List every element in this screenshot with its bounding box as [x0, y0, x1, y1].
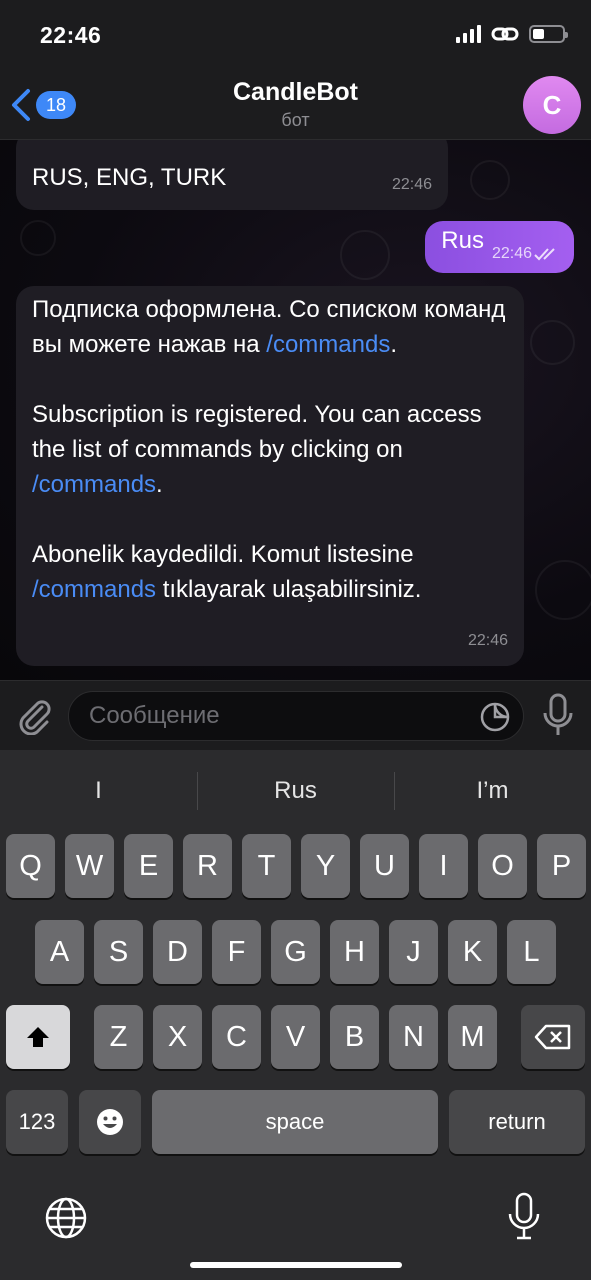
message-time-row: 22:46: [492, 245, 560, 263]
key[interactable]: K: [448, 920, 497, 984]
suggestion-bar: I Rus I’m: [0, 750, 591, 832]
chat-header: 18 CandleBot бот C: [0, 70, 591, 140]
sticker-icon[interactable]: [479, 701, 511, 733]
key[interactable]: I: [419, 834, 468, 898]
key[interactable]: F: [212, 920, 261, 984]
status-bar: 22:46: [0, 0, 591, 70]
message-text: .: [390, 331, 397, 358]
input-bar: [0, 680, 591, 750]
key[interactable]: D: [153, 920, 202, 984]
space-key[interactable]: space: [152, 1090, 438, 1154]
key[interactable]: G: [271, 920, 320, 984]
chat-subtitle: бот: [281, 110, 310, 130]
keyboard: I Rus I’m Q W E R T Y U I O P A S D F G …: [0, 750, 591, 1280]
key[interactable]: Q: [6, 834, 55, 898]
key[interactable]: W: [65, 834, 114, 898]
double-check-icon: [534, 248, 555, 261]
outgoing-message[interactable]: Rus 22:46: [425, 221, 574, 273]
background-doodle: [20, 220, 56, 256]
key[interactable]: B: [330, 1005, 379, 1069]
suggestion-item[interactable]: I: [0, 750, 197, 832]
message-input[interactable]: [69, 692, 469, 740]
message-time: 22:46: [391, 176, 432, 193]
key[interactable]: C: [212, 1005, 261, 1069]
signal-icon: [456, 25, 481, 43]
key[interactable]: N: [389, 1005, 438, 1069]
avatar[interactable]: C: [523, 76, 581, 134]
chat-title[interactable]: CandleBot: [0, 78, 591, 107]
key[interactable]: M: [448, 1005, 497, 1069]
message-text: RUS, ENG, TURK: [32, 164, 227, 191]
key[interactable]: U: [360, 834, 409, 898]
key[interactable]: Z: [94, 1005, 143, 1069]
suggestion-item[interactable]: Rus: [197, 750, 394, 832]
shift-icon: [27, 1027, 49, 1047]
key[interactable]: P: [537, 834, 586, 898]
key[interactable]: X: [153, 1005, 202, 1069]
emoji-key[interactable]: [79, 1090, 141, 1154]
incoming-message[interactable]: RUS, ENG, TURK 22:46: [16, 140, 448, 210]
status-time: 22:46: [40, 22, 102, 48]
link-icon: [491, 27, 519, 41]
numbers-key[interactable]: 123: [6, 1090, 68, 1154]
chat-area[interactable]: RUS, ENG, TURK 22:46 Rus 22:46 Подписка …: [0, 140, 591, 680]
emoji-icon: [97, 1109, 123, 1135]
message-time: 22:46: [467, 632, 508, 649]
globe-icon[interactable]: [44, 1196, 88, 1240]
message-time: 22:46: [491, 245, 532, 262]
message-text: .: [156, 471, 163, 498]
keyboard-bottom-row: [0, 1190, 591, 1250]
key[interactable]: R: [183, 834, 232, 898]
commands-link[interactable]: /commands: [266, 331, 390, 358]
commands-link[interactable]: /commands: [32, 471, 156, 498]
message-paragraph-tr: Abonelik kaydedildi. Komut listesine /co…: [32, 537, 508, 607]
incoming-message[interactable]: Подписка оформлена. Со списком команд вы…: [16, 286, 524, 666]
delete-key[interactable]: [521, 1005, 585, 1069]
message-text: Subscription is registered. You can acce…: [32, 401, 482, 463]
suggestion-item[interactable]: I’m: [394, 750, 591, 832]
message-paragraph-ru: Подписка оформлена. Со списком команд вы…: [32, 292, 508, 362]
key[interactable]: A: [35, 920, 84, 984]
commands-link[interactable]: /commands: [32, 576, 156, 603]
home-indicator[interactable]: [190, 1262, 402, 1268]
key[interactable]: H: [330, 920, 379, 984]
message-text: tıklayarak ulaşabilirsiniz.: [156, 576, 422, 603]
background-doodle: [470, 160, 510, 200]
key[interactable]: Y: [301, 834, 350, 898]
shift-key[interactable]: [6, 1005, 70, 1069]
key[interactable]: V: [271, 1005, 320, 1069]
key[interactable]: L: [507, 920, 556, 984]
background-doodle: [530, 320, 575, 365]
message-text: Abonelik kaydedildi. Komut listesine: [32, 541, 414, 568]
message-text: Rus: [441, 227, 484, 254]
key[interactable]: O: [478, 834, 527, 898]
key[interactable]: J: [389, 920, 438, 984]
backspace-icon: [534, 1024, 571, 1050]
background-doodle: [535, 560, 591, 620]
message-field[interactable]: [68, 691, 524, 741]
key[interactable]: S: [94, 920, 143, 984]
background-doodle: [340, 230, 390, 280]
key[interactable]: E: [124, 834, 173, 898]
microphone-icon[interactable]: [541, 693, 575, 737]
return-key[interactable]: return: [449, 1090, 585, 1154]
message-paragraph-en: Subscription is registered. You can acce…: [32, 397, 508, 502]
dictation-mic-icon[interactable]: [506, 1192, 542, 1242]
battery-icon: [529, 25, 568, 43]
key[interactable]: T: [242, 834, 291, 898]
paperclip-icon[interactable]: [14, 695, 54, 735]
status-icons: [456, 24, 568, 44]
